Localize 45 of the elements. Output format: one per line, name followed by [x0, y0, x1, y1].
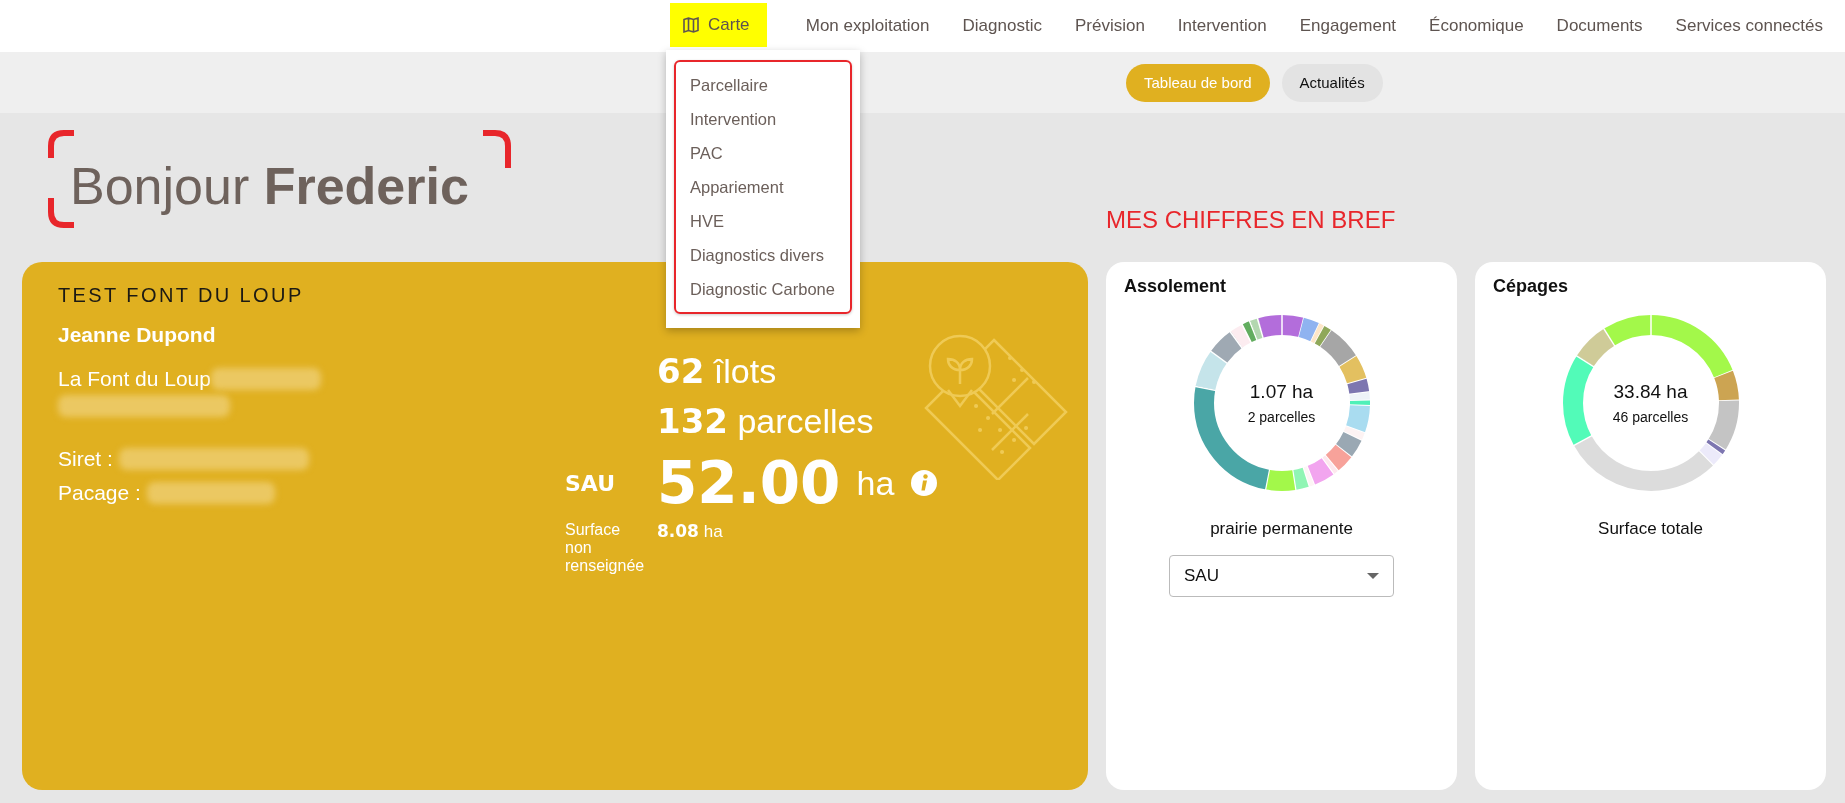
bracket-icon	[48, 130, 74, 228]
nav-item[interactable]: Mon exploitation	[805, 16, 930, 36]
address-text: La Font du Loup	[58, 367, 211, 391]
caret-icon	[1367, 573, 1379, 579]
section-title: MES CHIFFRES EN BREF	[1106, 206, 1397, 234]
count-text: 62 îlots	[657, 351, 778, 391]
menu-item[interactable]: Appariement	[676, 170, 850, 204]
map-icon	[682, 16, 700, 34]
unit-text: ha	[856, 463, 895, 503]
nav-item[interactable]: Carte	[670, 3, 767, 47]
nav-item[interactable]: Services connectés	[1675, 16, 1823, 36]
sau-value: 52.00	[657, 451, 841, 515]
chart-caption: prairie permanente	[1210, 519, 1353, 539]
nav-item[interactable]: Économique	[1429, 16, 1524, 36]
bracket-icon	[482, 130, 511, 170]
owner-name: Jeanne Dupond	[58, 323, 216, 347]
menu-item[interactable]: PAC	[676, 136, 850, 170]
tab[interactable]: Actualités	[1281, 63, 1383, 102]
field-label: Pacage :	[58, 481, 141, 505]
menu-item[interactable]: Intervention	[676, 102, 850, 136]
total-area: 33.84 ha	[1613, 381, 1688, 403]
unfilled-label: Surface non renseignée	[565, 521, 645, 575]
menu-item[interactable]: Diagnostics divers	[676, 238, 850, 272]
menu-item[interactable]: Parcellaire	[676, 68, 850, 102]
count-text: 132 parcelles	[657, 401, 875, 441]
chart-caption: Surface totale	[1598, 519, 1703, 539]
menu-item[interactable]: HVE	[676, 204, 850, 238]
nav-item[interactable]: Prévision	[1074, 16, 1145, 36]
info-icon[interactable]	[910, 469, 939, 497]
card-title: Assolement	[1124, 276, 1227, 297]
farm-title: TEST FONT DU LOUP	[58, 284, 304, 307]
nav-item[interactable]: Documents	[1556, 16, 1643, 36]
plot-count: 2 parcelles	[1247, 409, 1316, 425]
nav-item[interactable]: Engagement	[1299, 16, 1397, 36]
sau-label: SAU	[565, 470, 617, 496]
nav-item[interactable]: Diagnostic	[962, 16, 1042, 36]
card-title: Cépages	[1493, 276, 1569, 297]
total-area: 1.07 ha	[1249, 381, 1314, 403]
menu-item[interactable]: Diagnostic Carbone	[676, 272, 850, 306]
unfilled-value: 8.08 ha	[657, 521, 724, 542]
field-label: Siret :	[58, 447, 113, 471]
plot-count: 46 parcelles	[1612, 409, 1689, 425]
nav-item[interactable]: Intervention	[1177, 16, 1267, 36]
greeting-text: Bonjour Frederic	[70, 156, 469, 216]
select-field[interactable]: SAU	[1169, 555, 1394, 597]
